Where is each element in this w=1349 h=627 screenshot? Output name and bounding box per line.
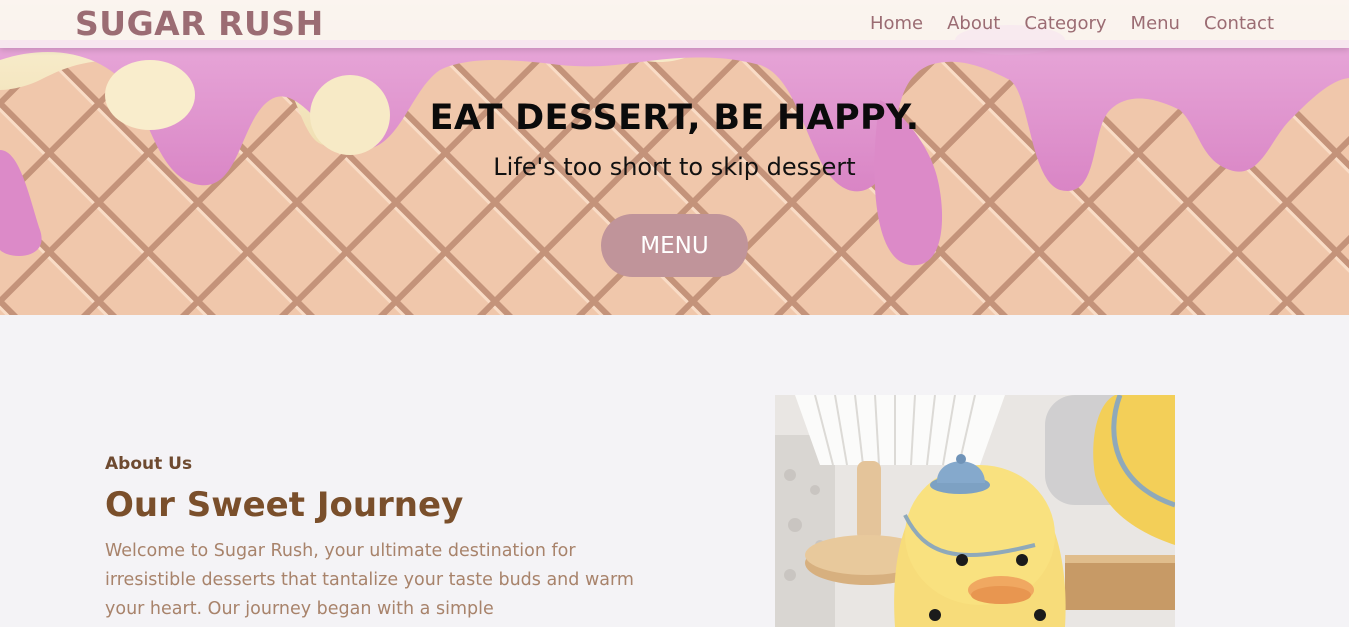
menu-button[interactable]: MENU — [601, 214, 748, 277]
hero-title: EAT DESSERT, BE HAPPY. — [429, 98, 920, 138]
about-title: Our Sweet Journey — [105, 485, 464, 525]
nav-link-about[interactable]: About — [947, 13, 1000, 34]
brand-logo[interactable]: SUGAR RUSH — [75, 4, 324, 43]
about-description: Welcome to Sugar Rush, your ultimate des… — [105, 541, 634, 619]
nav-link-contact[interactable]: Contact — [1204, 13, 1274, 34]
nav-link-menu[interactable]: Menu — [1131, 13, 1180, 34]
duck-cake-illustration — [775, 395, 1175, 627]
top-navigation-bar: SUGAR RUSH Home About Category Menu Cont… — [0, 0, 1349, 48]
nav-link-home[interactable]: Home — [870, 13, 923, 34]
about-eyebrow: About Us — [105, 454, 193, 474]
hero-subtitle: Life's too short to skip dessert — [493, 153, 856, 181]
about-image-duck-cake — [775, 395, 1175, 627]
nav-links: Home About Category Menu Contact — [870, 13, 1274, 34]
nav-link-category[interactable]: Category — [1024, 13, 1106, 34]
